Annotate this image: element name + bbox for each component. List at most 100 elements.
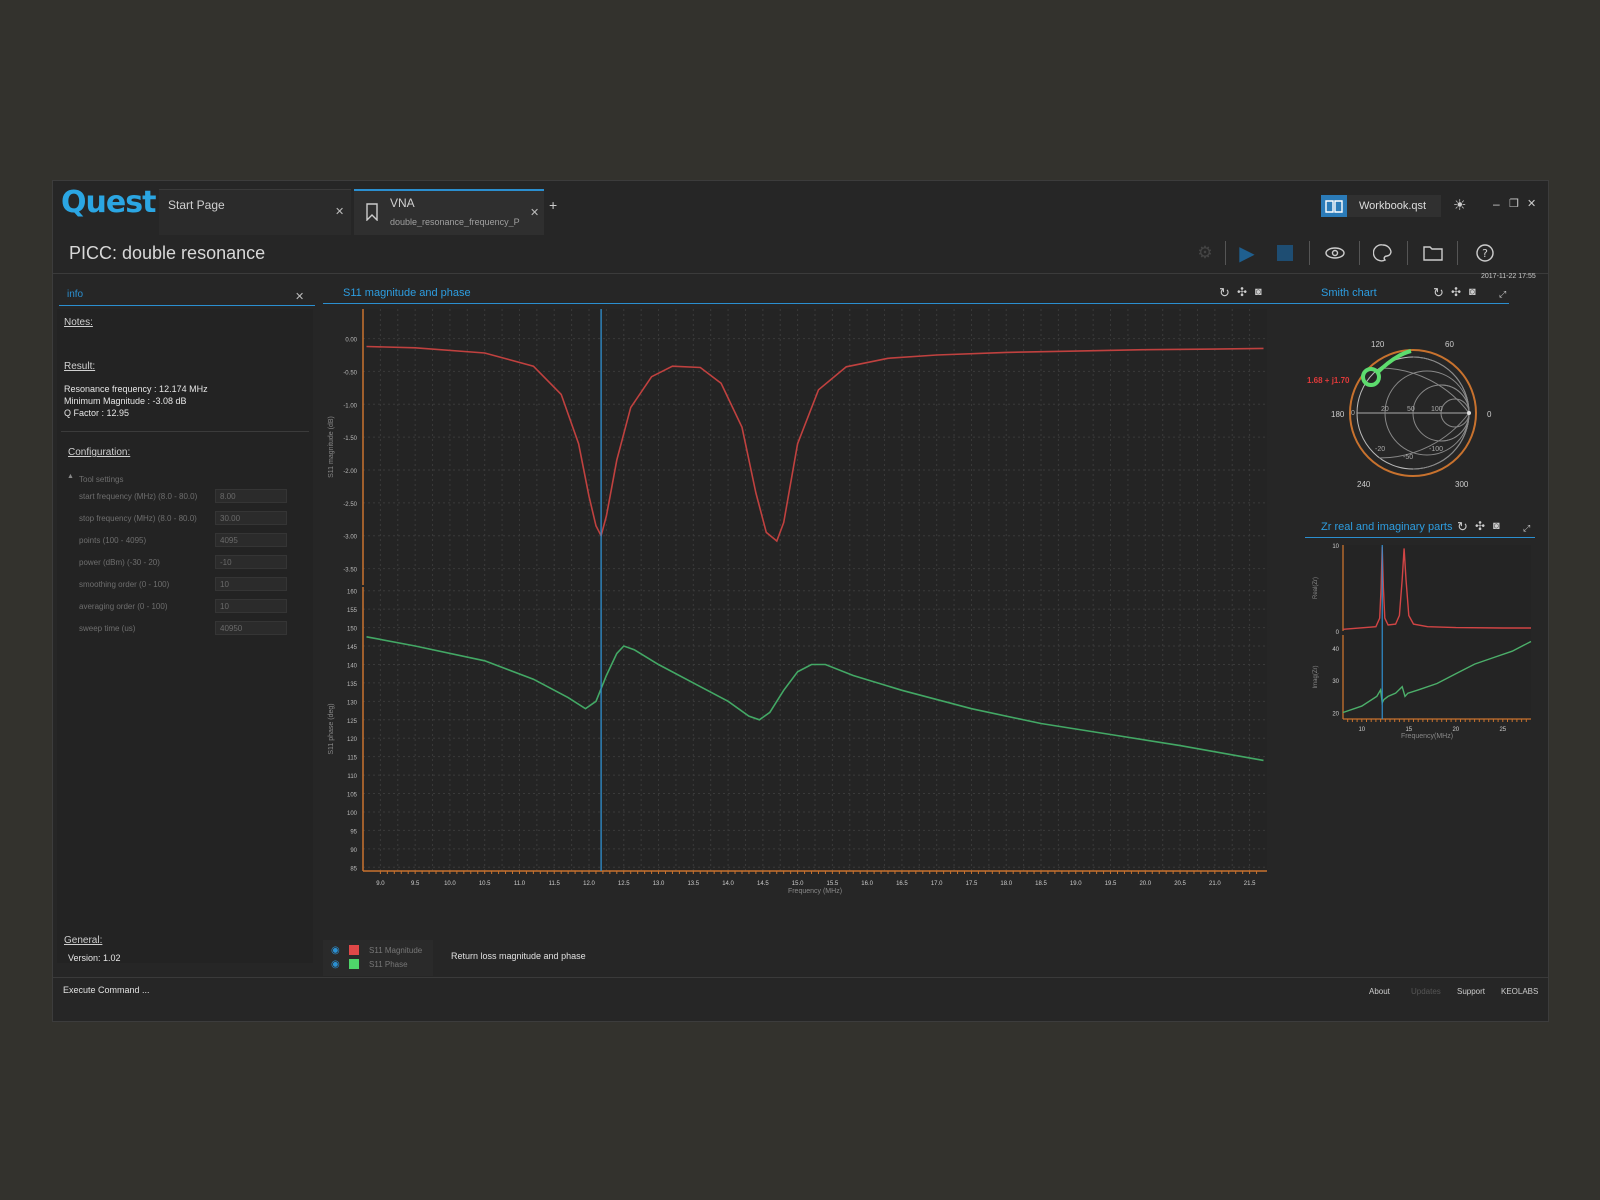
- y-tick-label: 155: [347, 608, 358, 614]
- reset-icon[interactable]: ↻: [1433, 285, 1444, 301]
- y-axis-label: Real(Zr): [1313, 577, 1319, 599]
- setting-input[interactable]: 40950: [215, 621, 287, 635]
- expand-icon[interactable]: ⤢: [1523, 523, 1530, 534]
- about-link[interactable]: About: [1369, 987, 1390, 996]
- tab-start-page[interactable]: Start Page ✕: [159, 189, 351, 235]
- x-axis-label: Frequency(MHz): [1401, 733, 1453, 740]
- smith-title: Smith chart: [1321, 287, 1377, 299]
- legend-swatch: [349, 945, 359, 955]
- camera-icon[interactable]: ◙: [1255, 286, 1262, 298]
- restore-icon[interactable]: ❐: [1509, 197, 1519, 210]
- setting-input[interactable]: 30.00: [215, 511, 287, 525]
- tool-settings-label: Tool settings: [79, 475, 124, 484]
- smith-tick-label: -50: [1403, 454, 1413, 461]
- y-tick-label: 140: [347, 663, 358, 669]
- y-tick-label: 130: [347, 700, 358, 706]
- close-icon[interactable]: ✕: [530, 206, 539, 219]
- play-icon[interactable]: ▶: [1233, 239, 1261, 267]
- setting-label: averaging order (0 - 100): [79, 602, 168, 611]
- stop-icon[interactable]: [1271, 239, 1299, 267]
- y-tick-label: 100: [347, 811, 358, 817]
- divider: [1309, 241, 1310, 265]
- workbook-button[interactable]: Workbook.qst: [1347, 195, 1441, 217]
- x-tick-label: 12.0: [583, 881, 595, 887]
- info-search[interactable]: info ✕: [59, 285, 315, 306]
- x-tick-label: 20.0: [1139, 881, 1151, 887]
- smith-tick-label: 100: [1431, 406, 1443, 413]
- smith-chart[interactable]: 120 60 180 0 240 300 20 50 100 -20 -50 -…: [1305, 321, 1515, 511]
- execute-command[interactable]: Execute Command ...: [63, 985, 150, 995]
- updates-link[interactable]: Updates: [1411, 987, 1441, 996]
- setting-label: power (dBm) (-30 - 20): [79, 558, 160, 567]
- close-window-icon[interactable]: ✕: [1527, 197, 1536, 210]
- setting-input[interactable]: 4095: [215, 533, 287, 547]
- y-tick-label: 85: [350, 866, 357, 872]
- keolabs-link[interactable]: KEOLABS: [1501, 987, 1538, 996]
- smith-tick-label: 0: [1351, 410, 1355, 417]
- setting-input[interactable]: 8.00: [215, 489, 287, 503]
- y-tick-label: 135: [347, 682, 358, 688]
- setting-input[interactable]: 10: [215, 599, 287, 613]
- expand-icon[interactable]: ⤢: [1499, 289, 1506, 300]
- collapse-icon[interactable]: ▲: [67, 473, 74, 480]
- divider: [1305, 537, 1535, 538]
- reset-icon[interactable]: ↻: [1219, 285, 1230, 301]
- tab-vna[interactable]: VNA double_resonance_frequency_PI ✕: [354, 189, 544, 235]
- main-chart-title: S11 magnitude and phase: [343, 287, 471, 299]
- result-line: Resonance frequency : 12.174 MHz: [64, 384, 208, 394]
- setting-label: stop frequency (MHz) (8.0 - 80.0): [79, 514, 197, 523]
- reset-icon[interactable]: ↻: [1457, 519, 1468, 535]
- support-link[interactable]: Support: [1457, 987, 1485, 996]
- book-icon[interactable]: [1321, 195, 1347, 217]
- y-tick-label: 0.00: [345, 338, 357, 344]
- svg-text:?: ?: [1482, 247, 1488, 260]
- x-tick-label: 14.5: [757, 881, 769, 887]
- y-tick-label: 120: [347, 737, 358, 743]
- settings-icon[interactable]: ⚙: [1191, 239, 1219, 267]
- x-tick-label: 13.0: [653, 881, 665, 887]
- y-tick-label: 10: [1332, 544, 1339, 550]
- minimize-icon[interactable]: –: [1493, 197, 1500, 211]
- legend: ◉ S11 Magnitude ◉ S11 Phase: [323, 940, 433, 976]
- x-tick-label: 16.0: [861, 881, 873, 887]
- y-tick-label: 145: [347, 645, 358, 651]
- fit-icon[interactable]: ✣: [1451, 285, 1461, 299]
- zr-chart[interactable]: 100Real(Zr)403020Imag(Zr)10 15 20 25Frequen…: [1305, 541, 1541, 741]
- camera-icon[interactable]: ◙: [1493, 520, 1500, 532]
- y-tick-label: -1.00: [343, 403, 357, 409]
- help-icon[interactable]: ?: [1471, 239, 1499, 267]
- folder-icon[interactable]: [1419, 239, 1447, 267]
- palette-icon[interactable]: [1369, 239, 1397, 267]
- close-icon[interactable]: ✕: [295, 290, 304, 303]
- eye-icon[interactable]: ◉: [331, 945, 340, 956]
- bookmark-icon: [366, 203, 378, 221]
- fit-icon[interactable]: ✣: [1237, 285, 1247, 299]
- info-panel: Notes: Result: Resonance frequency : 12.…: [57, 309, 313, 963]
- close-icon[interactable]: ✕: [335, 205, 344, 218]
- status-bar: Execute Command ... About Updates Suppor…: [53, 977, 1548, 1003]
- config-label: Configuration:: [68, 447, 131, 458]
- smith-tick-label: -100: [1429, 446, 1443, 453]
- brightness-icon[interactable]: ☀: [1453, 196, 1466, 214]
- y-tick-label: -3.00: [343, 535, 357, 541]
- camera-icon[interactable]: ◙: [1469, 286, 1476, 298]
- setting-input[interactable]: -10: [215, 555, 287, 569]
- x-tick-label: 12.5: [618, 881, 630, 887]
- x-tick-label: 15.5: [827, 881, 839, 887]
- x-tick-label: 10.5: [479, 881, 491, 887]
- tab-sublabel: double_resonance_frequency_PI: [390, 217, 520, 227]
- fit-icon[interactable]: ✣: [1475, 519, 1485, 533]
- x-tick-label: 10.0: [444, 881, 456, 887]
- x-tick-label: 11.0: [514, 881, 526, 887]
- setting-input[interactable]: 10: [215, 577, 287, 591]
- x-tick-label: 9.0: [376, 881, 385, 887]
- main-chart[interactable]: 0.00 -0.50 -1.00 -1.50 -2.00 -2.50 -3.00 -3.50 S…: [323, 305, 1305, 937]
- eye-icon[interactable]: ◉: [331, 959, 340, 970]
- result-label: Result:: [64, 361, 96, 372]
- y-tick-label: 0: [1336, 630, 1340, 636]
- y-tick-label: 40: [1332, 647, 1339, 653]
- add-tab-button[interactable]: +: [549, 197, 557, 213]
- smith-tick-label: 20: [1381, 406, 1389, 413]
- search-input[interactable]: info: [67, 289, 83, 300]
- eye-icon[interactable]: [1321, 239, 1349, 267]
